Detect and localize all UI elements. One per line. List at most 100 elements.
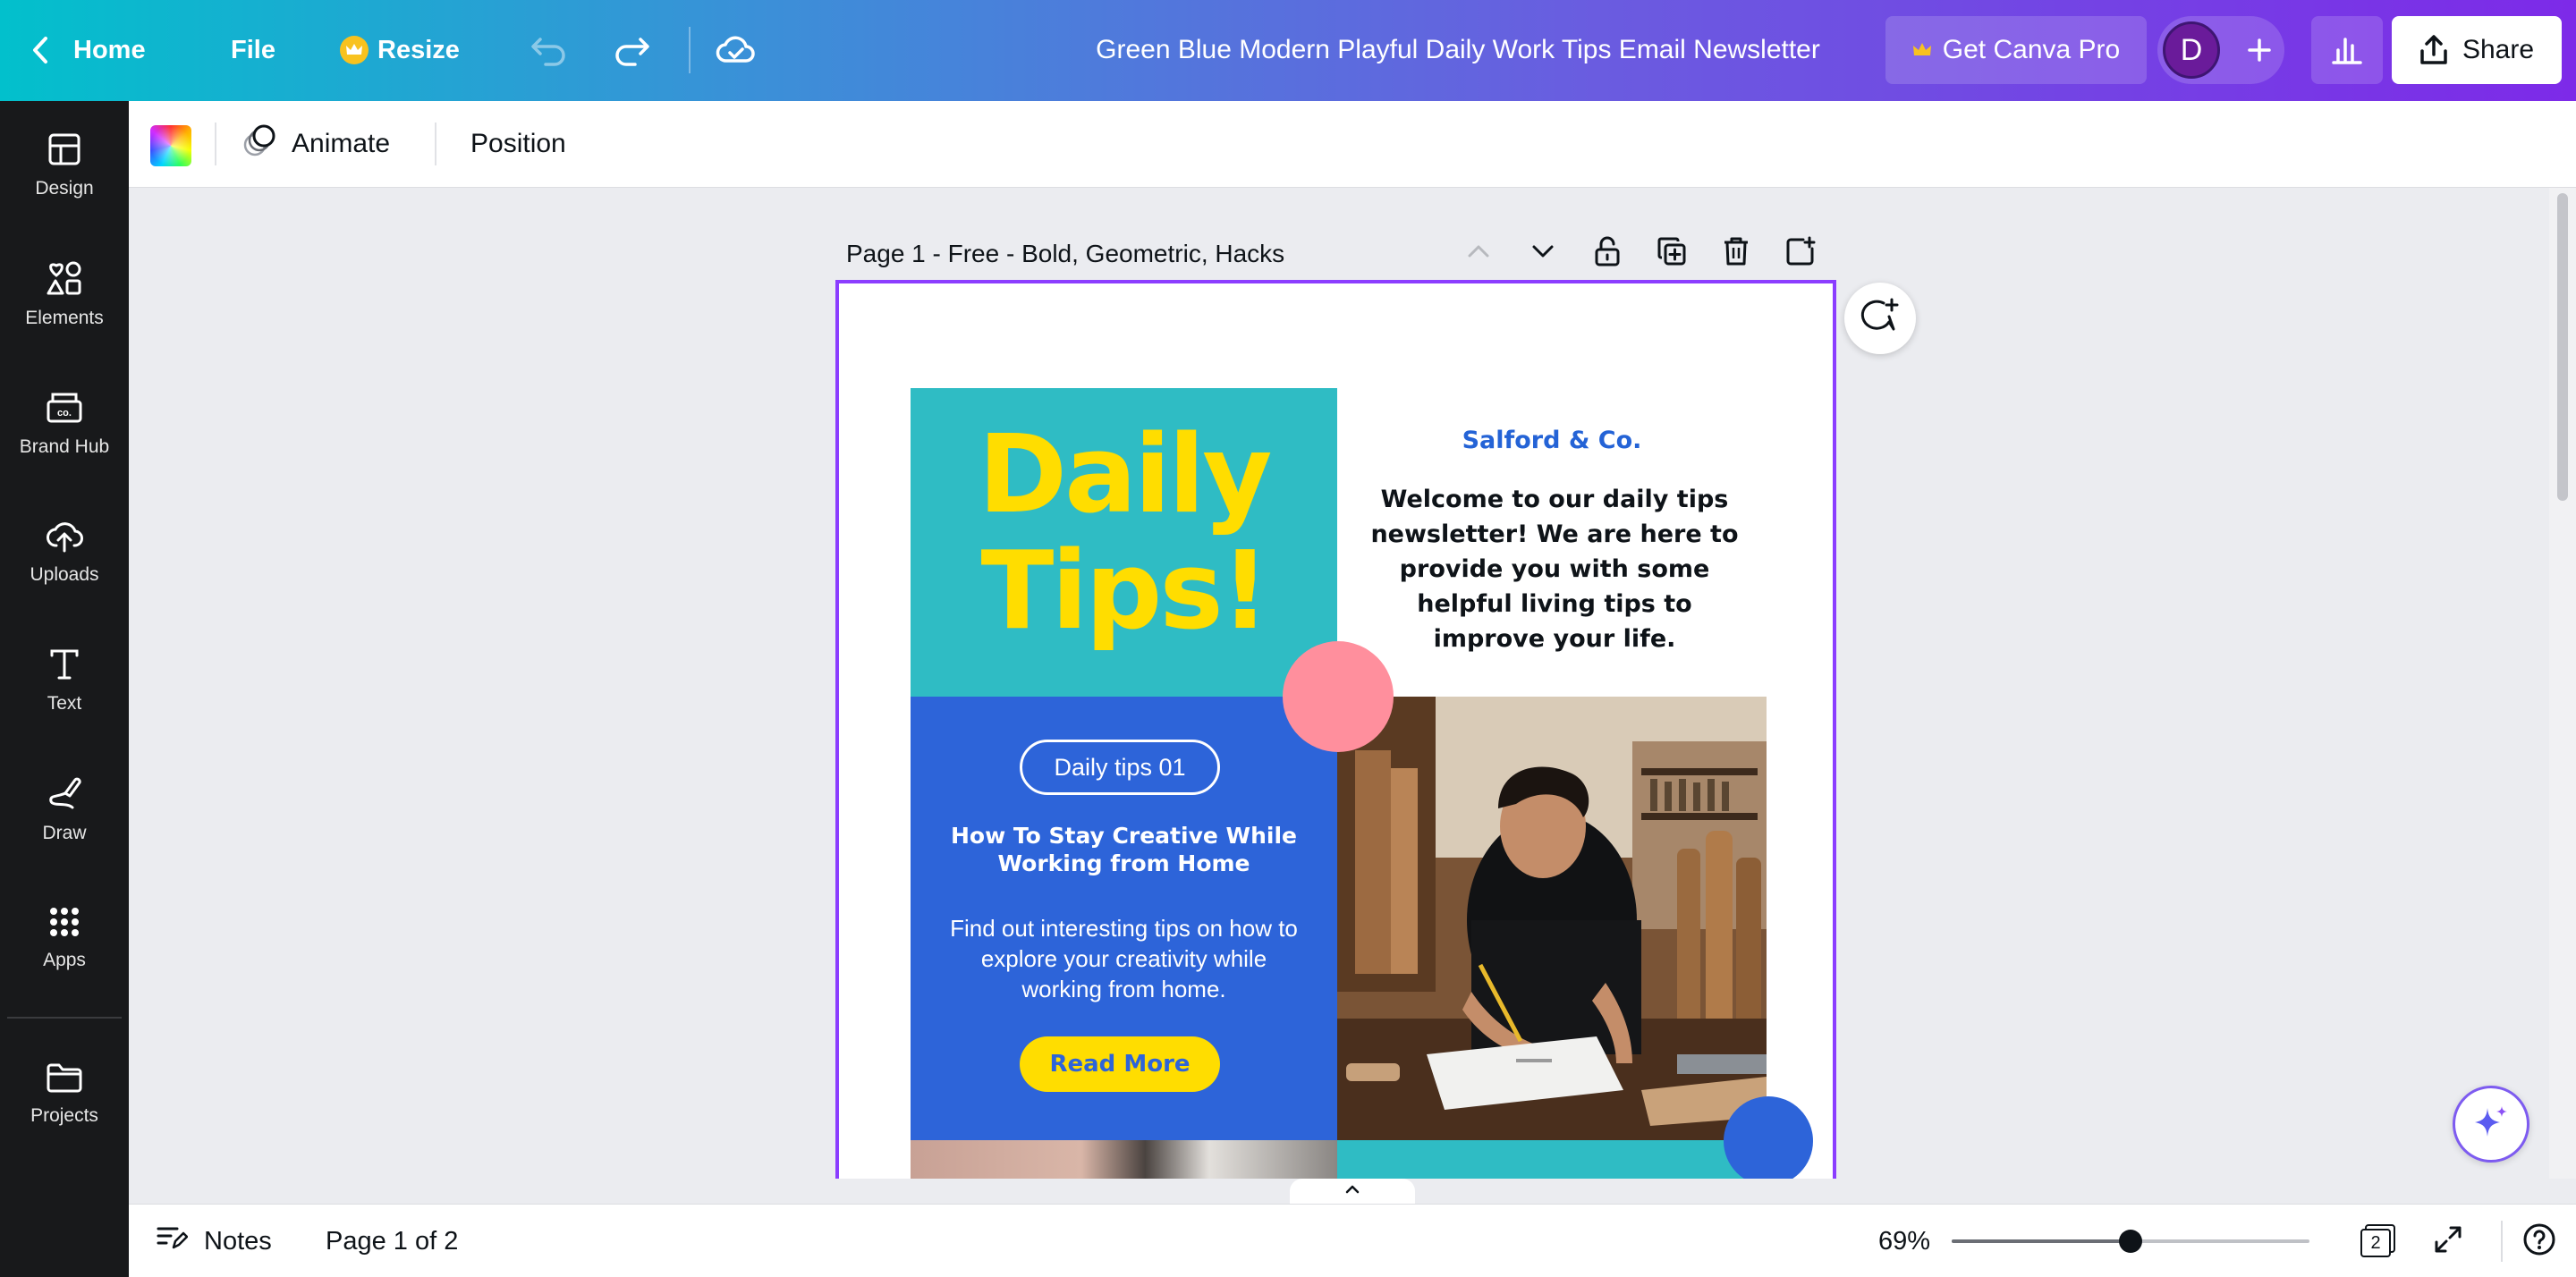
sidebar-item-label: Elements	[25, 307, 104, 328]
sidebar-item-label: Design	[35, 177, 94, 199]
tip-body-text[interactable]: Find out interesting tips on how to expl…	[942, 913, 1306, 1004]
chevron-left-icon	[30, 35, 50, 65]
fullscreen-button[interactable]	[2428, 1221, 2469, 1262]
sidebar-item-draw[interactable]: Draw	[0, 759, 129, 859]
notes-label: Notes	[204, 1226, 272, 1256]
toolbar-divider	[435, 123, 436, 165]
secondary-photo-strip[interactable]	[911, 1140, 1337, 1179]
color-picker-swatch[interactable]	[150, 125, 191, 166]
sidebar-item-label: Text	[47, 692, 82, 714]
toolbar-divider	[689, 27, 691, 73]
chevron-up-icon	[1343, 1183, 1361, 1200]
zoom-level[interactable]: 69%	[1842, 1221, 1967, 1262]
zoom-slider[interactable]	[1952, 1230, 2309, 1253]
page-tools	[1462, 234, 1818, 268]
design-page[interactable]: Daily Tips! Salford & Co. Welcome to our…	[835, 280, 1836, 1179]
share-upload-icon	[2419, 35, 2448, 65]
zoom-slider-handle[interactable]	[2119, 1230, 2142, 1253]
sidebar-item-label: Uploads	[30, 563, 99, 585]
notes-button[interactable]: Notes	[156, 1221, 272, 1262]
position-button[interactable]: Position	[470, 123, 566, 165]
apps-grid-icon	[48, 906, 80, 943]
notes-icon	[156, 1224, 189, 1258]
collaborators-group: D	[2157, 16, 2284, 84]
duplicate-page-icon[interactable]	[1655, 234, 1689, 268]
magic-assistant-button[interactable]	[2453, 1086, 2529, 1163]
redo-icon	[612, 34, 651, 66]
blue-circle-shape[interactable]	[1724, 1096, 1813, 1179]
show-pages-toggle[interactable]	[1290, 1179, 1415, 1204]
shapes-icon	[46, 260, 83, 300]
avatar[interactable]: D	[2163, 21, 2220, 79]
chevron-down-icon[interactable]	[1526, 234, 1560, 268]
home-button[interactable]: Home	[30, 27, 146, 73]
redo-button[interactable]	[612, 27, 651, 73]
layout-icon	[47, 132, 81, 171]
man-working-photo[interactable]	[1337, 697, 1767, 1140]
canvas-area: Page 1 - Free - Bold, Geometric, Hacks D…	[129, 188, 2549, 1179]
get-canva-pro-button[interactable]: Get Canva Pro	[1885, 16, 2147, 84]
sidebar-item-text[interactable]: Text	[0, 630, 129, 731]
sidebar-divider	[7, 1017, 122, 1019]
sidebar-item-label: Brand Hub	[19, 436, 110, 457]
crown-icon	[1912, 42, 1932, 58]
context-toolbar: Animate Position	[129, 101, 2576, 188]
share-label: Share	[2462, 35, 2535, 64]
sidebar-item-brand-hub[interactable]: co. Brand Hub	[0, 373, 129, 473]
sidebar-item-label: Projects	[30, 1104, 98, 1126]
document-title[interactable]: Green Blue Modern Playful Daily Work Tip…	[1064, 27, 1852, 73]
bottom-divider	[2501, 1221, 2503, 1262]
add-comment-button[interactable]	[1844, 283, 1916, 354]
cloud-check-icon	[716, 34, 757, 66]
bottom-bar: Notes Page 1 of 2 69% 2	[129, 1204, 2576, 1277]
expand-icon	[2433, 1224, 2463, 1259]
sidebar-item-uploads[interactable]: Uploads	[0, 502, 129, 602]
file-menu-button[interactable]: File	[231, 27, 275, 73]
bar-chart-icon	[2331, 35, 2363, 65]
help-icon	[2522, 1222, 2556, 1261]
newsletter-title[interactable]: Daily Tips!	[911, 418, 1337, 650]
page-title[interactable]: Page 1 - Free - Bold, Geometric, Hacks	[846, 240, 1284, 268]
vertical-scrollbar[interactable]	[2549, 188, 2576, 1179]
sidebar-item-projects[interactable]: Projects	[0, 1044, 129, 1144]
help-button[interactable]	[2519, 1221, 2560, 1262]
text-icon	[48, 647, 80, 686]
scrollbar-thumb[interactable]	[2557, 193, 2568, 501]
save-status-button[interactable]	[716, 27, 757, 73]
top-bar: Home File Resize Green Blue Modern Playf…	[0, 0, 2576, 101]
welcome-text[interactable]: Welcome to our daily tips newsletter! We…	[1367, 482, 1742, 656]
pink-circle-shape[interactable]	[1283, 641, 1394, 752]
teal-footer-block[interactable]	[1337, 1140, 1767, 1179]
draw-icon	[46, 775, 83, 816]
page-grid-button[interactable]: 2	[2354, 1221, 2395, 1262]
undo-icon	[530, 34, 569, 66]
home-label: Home	[73, 35, 146, 64]
resize-label: Resize	[377, 35, 460, 64]
plus-icon	[2247, 38, 2272, 63]
insights-button[interactable]	[2311, 16, 2383, 84]
read-more-button[interactable]: Read More	[1020, 1036, 1220, 1092]
page-count-badge: 2	[2360, 1229, 2391, 1257]
lock-icon[interactable]	[1590, 234, 1624, 268]
share-button[interactable]: Share	[2392, 16, 2562, 84]
tip-heading[interactable]: How To Stay Creative While Working from …	[928, 822, 1319, 877]
sidebar-item-apps[interactable]: Apps	[0, 888, 129, 988]
trash-icon[interactable]	[1719, 234, 1753, 268]
zoom-slider-fill	[1952, 1239, 2131, 1243]
invite-button[interactable]	[2233, 23, 2286, 77]
resize-button[interactable]: Resize	[340, 27, 460, 73]
brand-hub-icon: co.	[46, 389, 83, 429]
sidebar-item-design[interactable]: Design	[0, 115, 129, 216]
chevron-up-icon[interactable]	[1462, 234, 1496, 268]
cloud-upload-icon	[45, 519, 84, 557]
tip-number-pill[interactable]: Daily tips 01	[1020, 740, 1220, 795]
page-indicator: Page 1 of 2	[326, 1226, 459, 1256]
toolbar-divider	[215, 123, 216, 165]
sidebar-item-elements[interactable]: Elements	[0, 244, 129, 344]
undo-button[interactable]	[530, 27, 569, 73]
animate-button[interactable]: Animate	[242, 123, 390, 165]
left-sidebar: Design Elements co. Brand Hub Uploads Te…	[0, 101, 129, 1277]
folder-icon	[46, 1061, 83, 1098]
brand-name[interactable]: Salford & Co.	[1337, 427, 1767, 454]
add-page-icon[interactable]	[1784, 234, 1818, 268]
